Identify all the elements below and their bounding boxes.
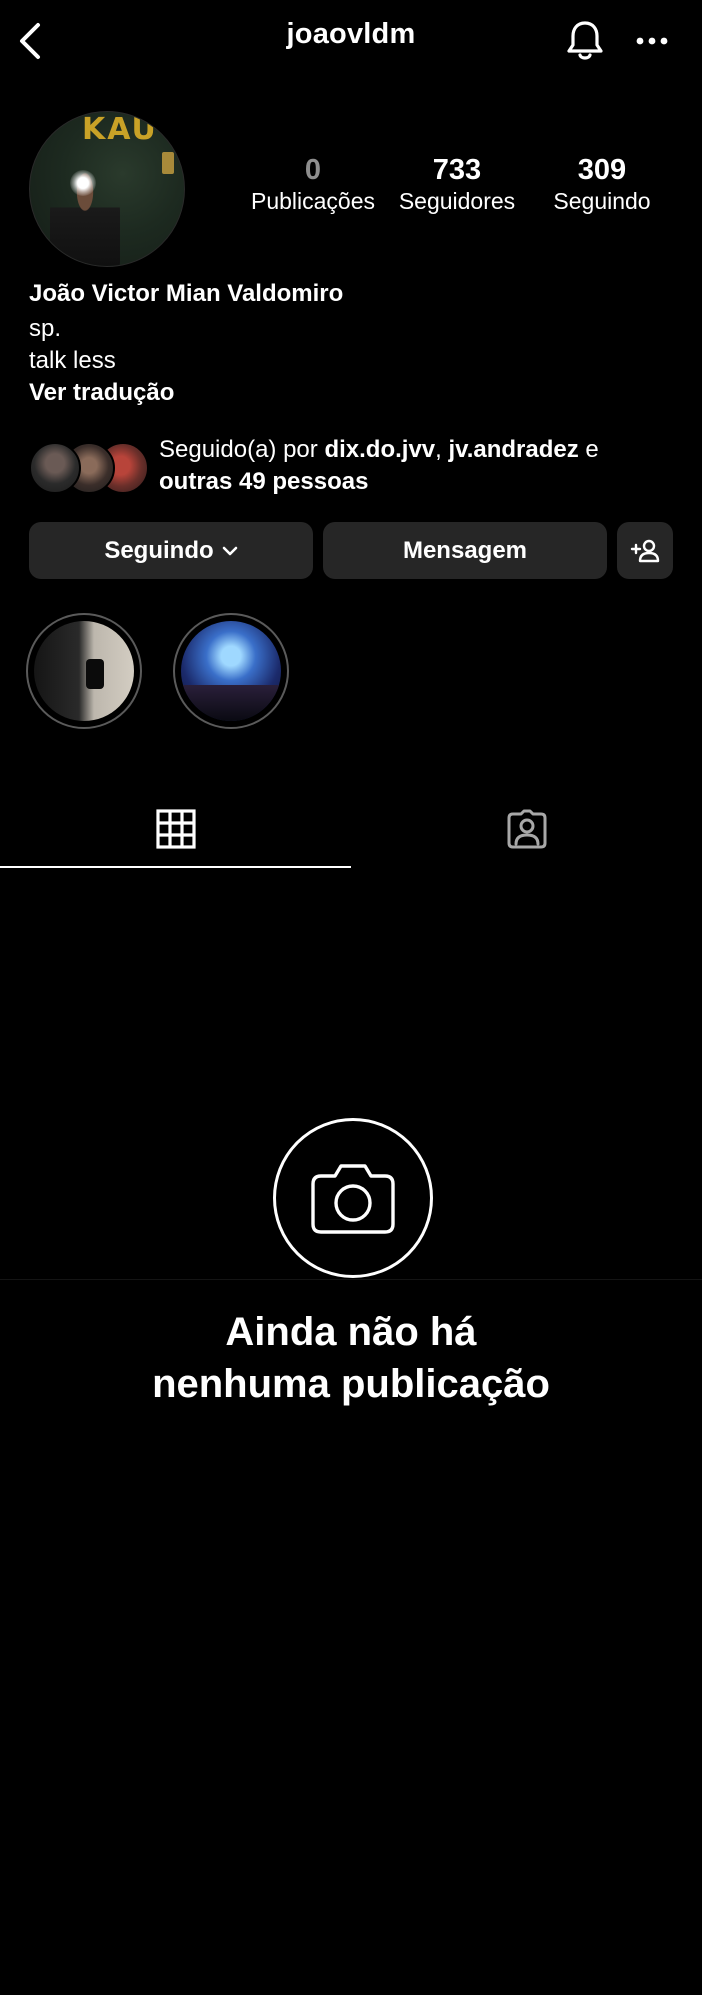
notifications-button[interactable] [560, 16, 610, 66]
empty-state-title-line: Ainda não há [225, 1310, 477, 1354]
mutual-followers-avatars[interactable] [29, 442, 149, 494]
posts-label: Publicações [250, 188, 376, 214]
following-button[interactable]: Seguindo [29, 522, 313, 579]
suggested-users-button[interactable] [617, 522, 673, 579]
avatar-sign-text: KAU [82, 112, 158, 147]
profile-full-name: João Victor Mian Valdomiro [29, 280, 344, 307]
followed-by-conjunction: e [578, 436, 599, 463]
mutual-follower-username[interactable]: dix.do.jvv [324, 436, 435, 463]
message-button-label: Mensagem [402, 536, 528, 564]
highlight-cover-image [34, 621, 134, 721]
tagged-person-icon [507, 809, 546, 849]
active-tab-indicator [0, 866, 351, 868]
bio-line: sp. [29, 315, 62, 342]
bio-line: talk less [29, 347, 116, 374]
followed-by-separator: , [435, 436, 449, 463]
crowd-shape [181, 685, 281, 721]
followed-by-text[interactable]: Seguido(a) por dix.do.jvv, jv.andradez e… [159, 434, 679, 498]
more-horizontal-icon [636, 37, 668, 45]
empty-state-title: Ainda não há nenhuma publicação [0, 1306, 702, 1410]
divider [0, 1279, 702, 1280]
followers-count: 733 [432, 154, 482, 186]
chevron-down-icon [222, 546, 238, 556]
followed-by-prefix: Seguido(a) por [159, 436, 325, 463]
story-highlight[interactable] [26, 613, 142, 729]
camera-icon [311, 1164, 395, 1234]
bell-icon [567, 21, 603, 60]
mutual-follower-avatar [29, 442, 81, 494]
avatar-plaque [162, 152, 174, 174]
chevron-left-icon [20, 23, 40, 59]
story-highlight[interactable] [173, 613, 289, 729]
stat-followers[interactable]: 733 Seguidores [390, 154, 524, 216]
tab-tagged[interactable] [351, 790, 702, 868]
stat-posts[interactable]: 0 Publicações [247, 154, 379, 216]
more-options-button[interactable] [628, 20, 676, 62]
following-button-label: Seguindo [104, 536, 214, 564]
back-button[interactable] [8, 14, 52, 68]
empty-state-title-line: nenhuma publicação [152, 1362, 550, 1406]
message-button[interactable]: Mensagem [323, 522, 607, 579]
mutual-followers-others[interactable]: outras 49 pessoas [159, 468, 368, 495]
stat-following[interactable]: 309 Seguindo [540, 154, 664, 216]
mutual-follower-username[interactable]: jv.andradez [448, 436, 578, 463]
avatar-flash [70, 170, 96, 196]
phone-shape [86, 659, 104, 689]
empty-state-camera-circle [273, 1118, 433, 1278]
grid-icon [155, 809, 196, 849]
tab-posts-grid[interactable] [0, 790, 351, 868]
following-count: 309 [577, 154, 627, 186]
highlight-cover-image [181, 621, 281, 721]
following-label: Seguindo [553, 188, 651, 214]
profile-avatar[interactable]: KAU [29, 111, 185, 267]
posts-count: 0 [304, 154, 322, 186]
add-user-icon [630, 539, 660, 562]
followers-label: Seguidores [398, 188, 516, 214]
see-translation-link[interactable]: Ver tradução [29, 377, 174, 409]
